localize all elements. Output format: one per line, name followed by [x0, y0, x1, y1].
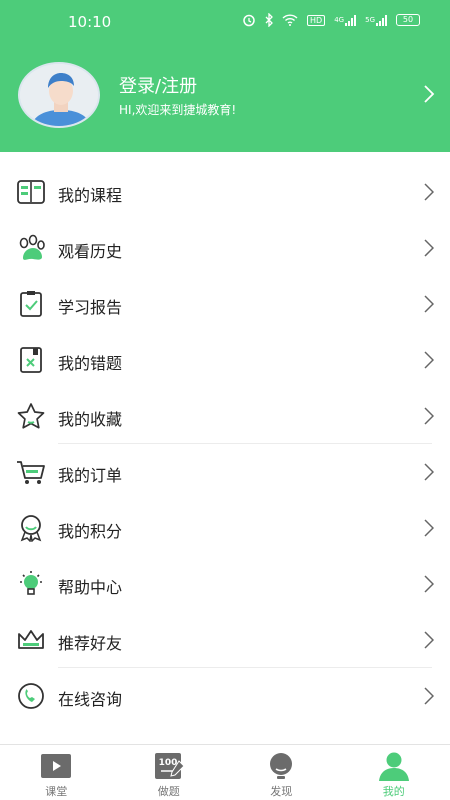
user-profile-icon [376, 751, 412, 781]
hd-icon: HD [307, 14, 326, 26]
course-book-icon [16, 178, 46, 206]
score-100-icon: 100 [151, 751, 187, 781]
menu-label: 观看历史 [58, 242, 123, 261]
chevron-right-icon [424, 519, 435, 537]
chevron-right-icon [424, 183, 435, 201]
menu-item-watch-history[interactable]: 观看历史 [0, 220, 450, 276]
menu-label: 我的收藏 [58, 410, 123, 429]
tab-label: 做题 [157, 785, 180, 798]
chevron-right-icon [424, 687, 435, 705]
chevron-right-icon [424, 463, 435, 481]
bluetooth-icon [265, 13, 273, 27]
avatar[interactable] [18, 62, 100, 128]
clipboard-check-icon [16, 290, 46, 318]
welcome-text: HI,欢迎来到捷城教育! [119, 103, 237, 117]
menu-item-my-courses[interactable]: 我的课程 [0, 164, 450, 220]
signal-icon-1: 4G [334, 14, 357, 26]
menu-label: 我的订单 [58, 466, 123, 485]
menu-item-study-report[interactable]: 学习报告 [0, 276, 450, 332]
profile-header: 10:10 HD 4G 5G 50 登录/注册 HI,欢迎来到捷城教育! [0, 0, 450, 152]
menu-item-refer-friends[interactable]: 推荐好友 [0, 612, 450, 668]
discover-bulb-icon [263, 751, 299, 781]
lightbulb-icon [16, 570, 46, 598]
status-icons: HD 4G 5G 50 [242, 13, 420, 27]
paw-history-icon [16, 234, 46, 262]
phone-icon [16, 682, 46, 710]
signal-icon-2: 5G [365, 14, 387, 26]
tab-mine[interactable]: 我的 [338, 745, 450, 800]
chevron-right-icon [424, 295, 435, 313]
menu-label: 我的错题 [58, 354, 123, 373]
menu-item-online-consult[interactable]: 在线咨询 [0, 668, 450, 724]
badge-award-icon [16, 514, 46, 543]
chevron-right-icon [424, 351, 435, 369]
menu-label: 我的课程 [58, 186, 123, 205]
tab-classroom[interactable]: 课堂 [0, 745, 113, 800]
login-register-label[interactable]: 登录/注册 [119, 72, 197, 98]
tab-practice[interactable]: 100 做题 [113, 745, 226, 800]
video-play-icon [38, 751, 74, 781]
tab-label: 课堂 [45, 785, 68, 798]
alarm-icon [242, 13, 256, 27]
menu-list: 我的课程 观看历史 学习报告 我的错题 我的收藏 我的订单 我的积分 帮助中心 … [0, 164, 450, 724]
menu-item-help-center[interactable]: 帮助中心 [0, 556, 450, 612]
chevron-right-icon [424, 631, 435, 649]
login-entry[interactable]: 登录/注册 HI,欢迎来到捷城教育! [18, 60, 438, 130]
chevron-right-icon [424, 239, 435, 257]
chevron-right-icon[interactable] [422, 84, 436, 104]
menu-label: 在线咨询 [58, 690, 123, 709]
network-label-2: 5G [365, 16, 375, 24]
menu-label: 帮助中心 [58, 578, 123, 597]
status-time: 10:10 [68, 13, 112, 31]
tab-label: 我的 [382, 785, 405, 798]
menu-label: 推荐好友 [58, 634, 123, 653]
menu-item-favorites[interactable]: 我的收藏 [0, 388, 450, 444]
menu-item-orders[interactable]: 我的订单 [0, 444, 450, 500]
chevron-right-icon [424, 407, 435, 425]
menu-item-points[interactable]: 我的积分 [0, 500, 450, 556]
tab-label: 发现 [270, 785, 293, 798]
network-label-1: 4G [334, 16, 345, 24]
menu-label: 学习报告 [58, 298, 123, 317]
menu-label: 我的积分 [58, 522, 123, 541]
wifi-icon [282, 14, 298, 26]
wrong-question-icon [16, 346, 46, 374]
star-icon [16, 402, 46, 430]
crown-icon [16, 626, 46, 654]
status-bar: 10:10 HD 4G 5G 50 [0, 0, 450, 44]
cart-icon [16, 458, 46, 486]
tab-discover[interactable]: 发现 [225, 745, 338, 800]
svg-text:100: 100 [158, 758, 177, 768]
menu-item-wrong-questions[interactable]: 我的错题 [0, 332, 450, 388]
battery-icon: 50 [396, 14, 420, 26]
chevron-right-icon [424, 575, 435, 593]
bottom-tab-bar: 课堂 100 做题 发现 我的 [0, 744, 450, 800]
